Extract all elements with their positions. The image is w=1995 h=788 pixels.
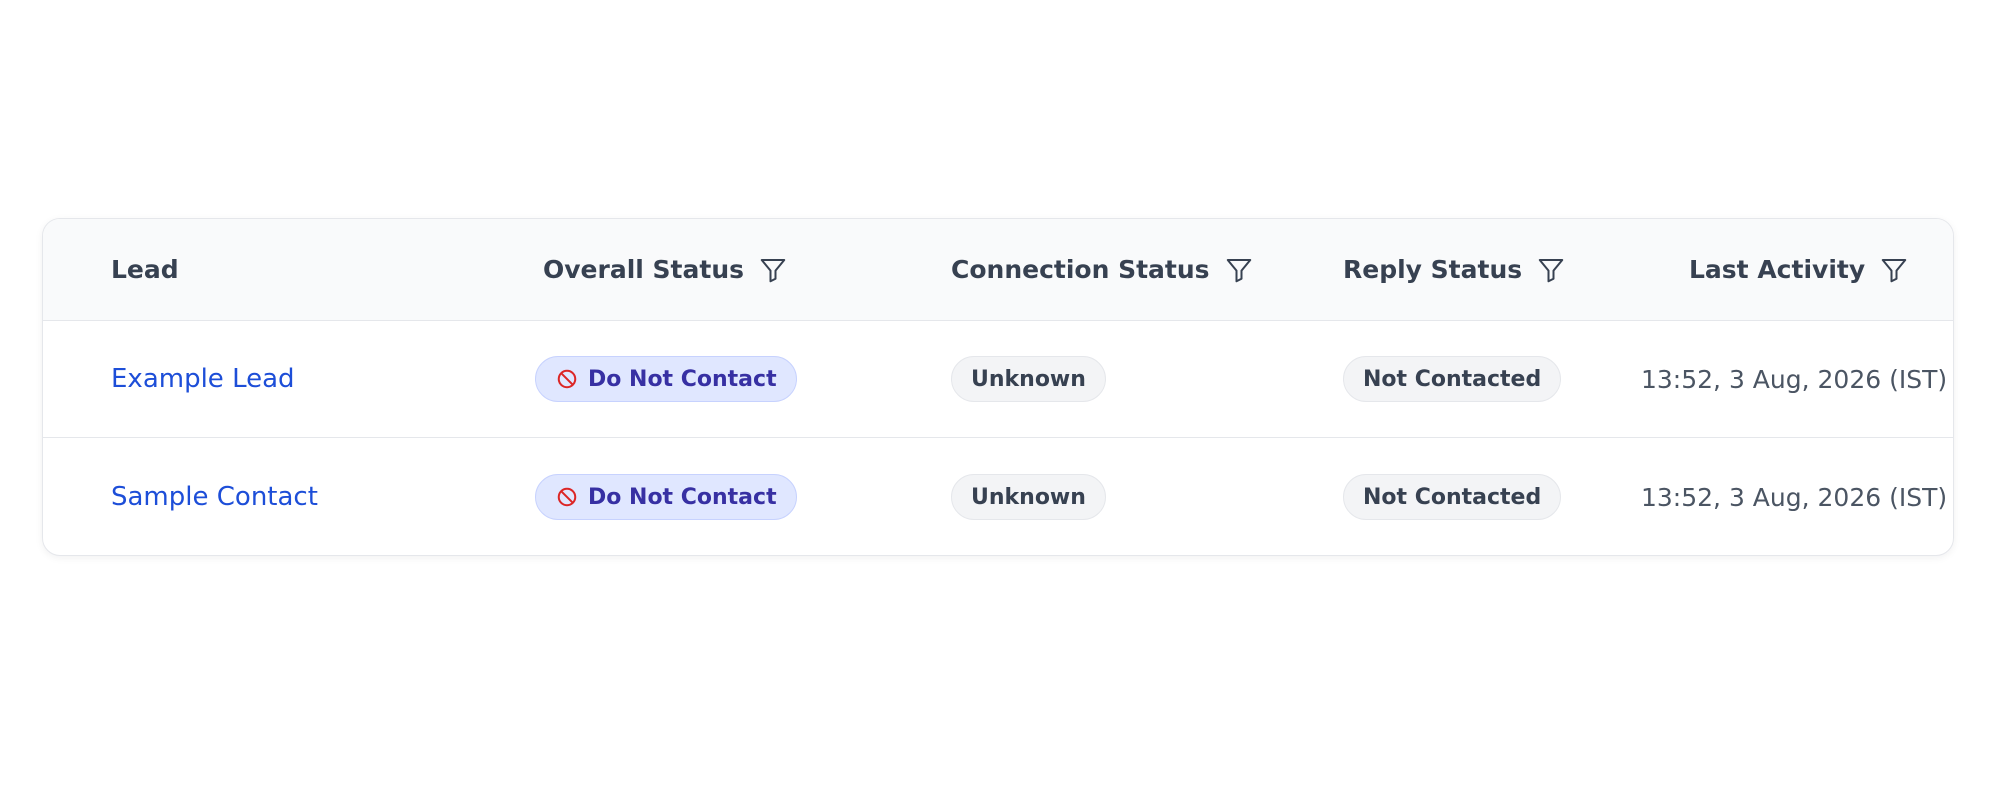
table-header: Lead Overall Status Connection Status Re…: [43, 219, 1953, 321]
filter-icon[interactable]: [1536, 255, 1566, 285]
lead-cell: Example Lead: [111, 321, 295, 437]
last-activity-timestamp: 13:52, 3 Aug, 2026 (IST): [1641, 482, 1948, 512]
last-activity-cell: 13:52, 3 Aug, 2026 (IST): [1641, 438, 1948, 555]
connection-status-cell: Unknown: [951, 438, 1106, 555]
reply-status-cell: Not Contacted: [1343, 438, 1562, 555]
do-not-contact-badge: Do Not Contact: [535, 356, 797, 402]
column-header-label: Lead: [111, 255, 179, 284]
column-header-connection-status: Connection Status: [951, 219, 1254, 320]
column-header-lead: Lead: [111, 219, 179, 320]
column-header-overall-status: Overall Status: [543, 219, 788, 320]
ban-icon: [556, 368, 578, 390]
overall-status-cell: Do Not Contact: [535, 321, 797, 437]
lead-name-link[interactable]: Sample Contact: [111, 482, 318, 512]
ban-icon: [556, 486, 578, 508]
status-badge: Unknown: [951, 356, 1106, 402]
status-badge: Unknown: [951, 474, 1106, 520]
filter-icon[interactable]: [1879, 255, 1909, 285]
badge-label: Do Not Contact: [588, 366, 777, 392]
do-not-contact-badge: Do Not Contact: [535, 474, 797, 520]
column-header-last-activity: Last Activity: [1689, 219, 1909, 320]
badge-label: Do Not Contact: [588, 484, 777, 510]
last-activity-cell: 13:52, 3 Aug, 2026 (IST): [1641, 321, 1947, 437]
status-badge: Not Contacted: [1343, 474, 1562, 520]
filter-icon[interactable]: [1224, 255, 1254, 285]
lead-name-link[interactable]: Example Lead: [111, 364, 295, 394]
table-row: Example Lead Do Not Contact Unknown Not …: [43, 321, 1953, 438]
overall-status-cell: Do Not Contact: [535, 438, 797, 555]
column-header-reply-status: Reply Status: [1343, 219, 1566, 320]
column-header-label: Connection Status: [951, 255, 1210, 284]
leads-table: Lead Overall Status Connection Status Re…: [42, 218, 1954, 556]
column-header-label: Overall Status: [543, 255, 745, 284]
connection-status-cell: Unknown: [951, 321, 1106, 437]
page: Lead Overall Status Connection Status Re…: [0, 0, 1995, 788]
column-header-label: Reply Status: [1343, 255, 1523, 284]
reply-status-cell: Not Contacted: [1343, 321, 1562, 437]
lead-cell: Sample Contact: [111, 438, 318, 555]
column-header-label: Last Activity: [1689, 255, 1866, 284]
status-badge: Not Contacted: [1343, 356, 1562, 402]
table-row: Sample Contact Do Not Contact Unknown No…: [43, 438, 1953, 555]
last-activity-timestamp: 13:52, 3 Aug, 2026 (IST): [1641, 364, 1948, 394]
filter-icon[interactable]: [758, 255, 788, 285]
